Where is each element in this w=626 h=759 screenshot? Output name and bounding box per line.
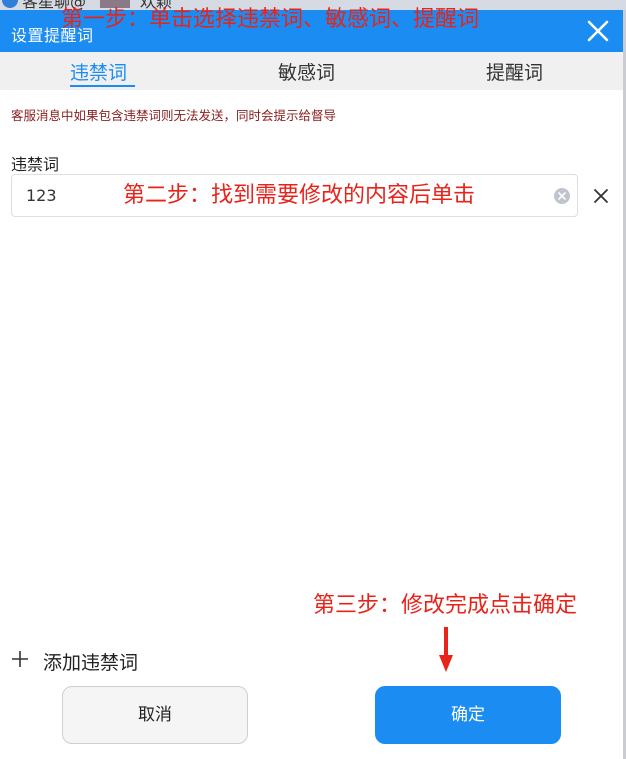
annotation-step-3: 第三步：修改完成点击确定 (313, 593, 578, 618)
prohibited-words-notice: 客服消息中如果包含违禁词则无法发送，同时会提示给督导 (11, 108, 337, 123)
confirm-button[interactable]: 确定 (375, 686, 561, 744)
word-type-tabs: 违禁词 敏感词 提醒词 (0, 52, 623, 90)
clear-icon[interactable] (554, 188, 570, 204)
annotation-step-2: 第二步：找到需要修改的内容后单击 (123, 183, 476, 208)
annotation-step-1: 第一步：单击选择违禁词、敏感词、提醒词 (61, 7, 480, 32)
prohibited-word-value[interactable]: 123 (26, 186, 57, 205)
close-icon[interactable] (585, 18, 611, 44)
field-label: 违禁词 (11, 155, 60, 174)
remove-word-icon[interactable] (592, 187, 610, 205)
plus-icon (11, 650, 29, 668)
tab-reminder-words[interactable]: 提醒词 (486, 58, 543, 85)
avatar (2, 0, 18, 8)
add-word-label: 添加违禁词 (43, 652, 139, 674)
reminder-words-dialog: 设置提醒词 违禁词 敏感词 提醒词 客服消息中如果包含违禁词则无法发送，同时会提… (0, 10, 626, 759)
active-tab-indicator (70, 85, 135, 87)
annotation-arrow-icon (436, 625, 456, 673)
tab-prohibited-words[interactable]: 违禁词 (70, 58, 127, 85)
cancel-button[interactable]: 取消 (62, 686, 248, 744)
tab-sensitive-words[interactable]: 敏感词 (278, 58, 335, 85)
